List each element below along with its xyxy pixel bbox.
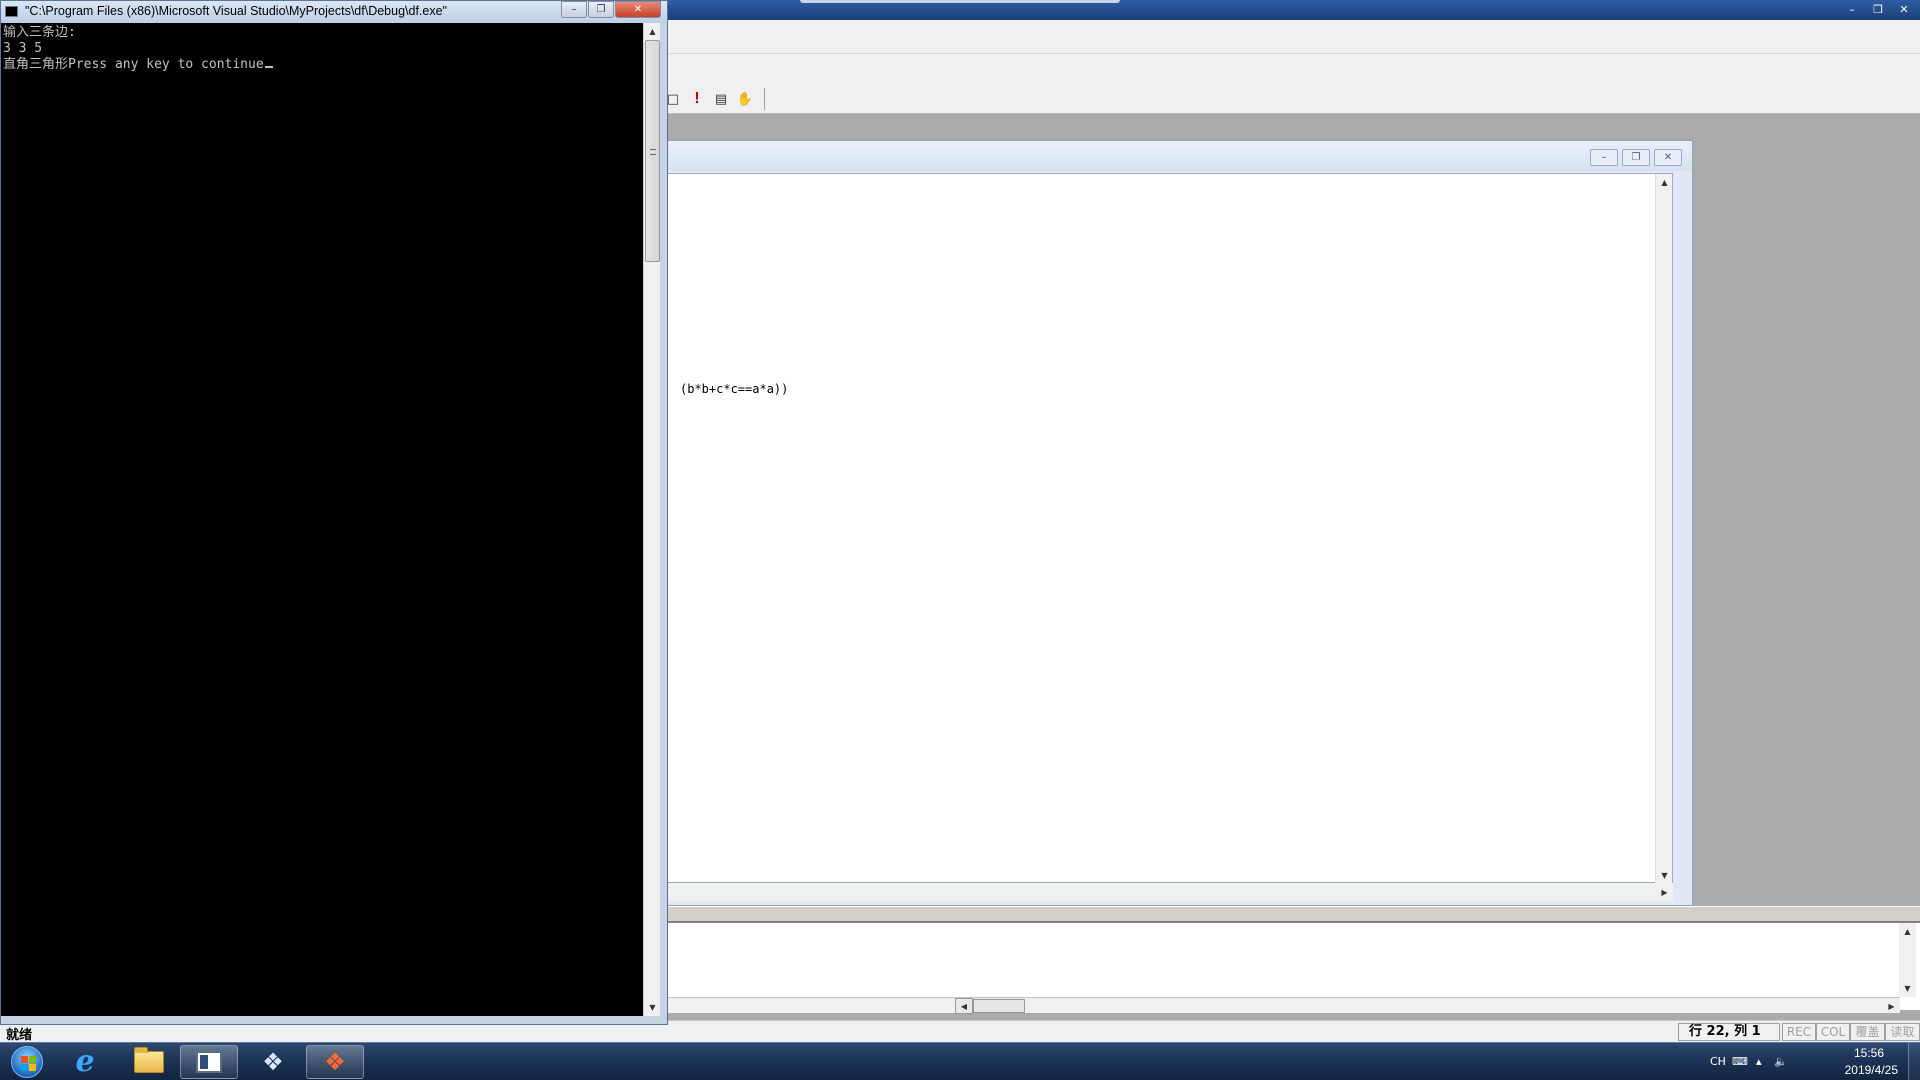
internet-explorer-icon: e [75,1044,95,1079]
console-line-text: 直角三角形Press any key to continue [3,57,264,72]
console-titlebar[interactable]: "C:\Program Files (x86)\Microsoft Visual… [1,1,667,23]
scroll-down-icon[interactable]: ▼ [1656,867,1673,884]
ide-title-dock [800,0,1120,3]
taskbar-visual-studio[interactable]: ❖ [306,1045,364,1079]
editor-horizontal-scrollbar[interactable]: ▶ [649,883,1673,901]
console-line: 3 3 5 [3,41,43,56]
status-col: COL [1816,1023,1850,1041]
scroll-up-icon[interactable]: ▲ [1656,174,1673,191]
editor-caption: – ❐ ✕ [641,141,1692,171]
code-line: (b*b+c*c==a*a)) [680,382,789,396]
scroll-down-icon[interactable]: ▼ [644,999,661,1016]
desktop: – ❐ ✕ □ ! ▤ ✋ – ❐ ✕ (b*b+c*c==a*a)) ▲ ▼ … [0,0,1920,1080]
console-title: "C:\Program Files (x86)\Microsoft Visual… [25,4,447,18]
execute-icon[interactable]: ! [688,90,706,108]
status-text: 就绪 [6,1028,33,1043]
close-icon[interactable]: ✕ [1654,149,1682,166]
clock-date[interactable]: 2019/4/25 [1845,1063,1898,1077]
editor-vertical-scrollbar[interactable]: ▲ ▼ [1655,174,1672,884]
editor-window-controls: – ❐ ✕ [1590,149,1682,166]
clock-time[interactable]: 15:56 [1854,1046,1884,1060]
maximize-icon[interactable]: ❐ [1866,1,1890,17]
system-tray: CH ⌨ ▴ 🔈 15:56 2019/4/25 [1710,1043,1920,1080]
build-toolbar: □ ! ▤ ✋ [664,88,765,110]
taskbar-paint[interactable]: ❖ [244,1045,302,1079]
ide-window-controls: – ❐ ✕ [1840,1,1916,17]
insert-breakpoint-icon[interactable]: ▤ [712,90,730,108]
console-output[interactable]: 输入三条边: 3 3 5 直角三角形Press any key to conti… [1,23,643,1016]
paint-icon: ❖ [262,1048,284,1076]
scroll-right-icon[interactable]: ▶ [1656,883,1673,901]
maximize-icon[interactable]: ❐ [588,1,614,18]
status-ovr: 覆盖 [1850,1023,1885,1041]
minimize-icon[interactable]: – [1590,149,1618,166]
scroll-thumb[interactable] [645,40,660,262]
keyboard-icon[interactable]: ⌨ [1732,1055,1748,1068]
start-button[interactable] [4,1044,50,1080]
console-vertical-scrollbar[interactable]: ▲ ▼ [643,23,660,1016]
close-icon[interactable]: ✕ [615,1,661,18]
console-window: "C:\Program Files (x86)\Microsoft Visual… [0,0,668,1025]
windows-logo-icon [11,1046,43,1078]
console-line: 输入三条边: [3,25,76,40]
toolbar-separator [764,88,765,110]
restore-icon[interactable]: ❐ [1622,149,1650,166]
console-app-icon[interactable] [5,6,18,17]
text-cursor [264,66,273,68]
scroll-right-icon[interactable]: ▶ [1883,998,1900,1014]
scroll-thumb[interactable] [973,999,1025,1013]
minimize-icon[interactable]: – [1840,1,1864,17]
folder-icon [134,1047,164,1073]
source-editor-window: – ❐ ✕ (b*b+c*c==a*a)) ▲ ▼ ▶ [640,140,1693,906]
visual-cpp-icon: ❖ [324,1048,346,1076]
taskbar-ie[interactable]: e [56,1045,114,1079]
status-rec: REC [1782,1023,1816,1041]
console-line-last: 直角三角形Press any key to continue [3,57,273,73]
scroll-up-icon[interactable]: ▲ [1899,923,1916,940]
scroll-down-icon[interactable]: ▼ [1899,980,1916,997]
scroll-left-icon[interactable]: ◀ [955,998,973,1014]
language-indicator[interactable]: CH [1710,1055,1726,1068]
taskbar: e ❖ ❖ CH ⌨ ▴ 🔈 15:56 2019/4/25 [0,1042,1920,1080]
close-icon[interactable]: ✕ [1892,1,1916,17]
scroll-up-icon[interactable]: ▲ [644,23,661,40]
grip-icon [650,149,656,155]
cursor-position: 行 22, 列 1 [1678,1023,1780,1041]
taskbar-console[interactable] [180,1045,238,1079]
volume-icon[interactable]: 🔈 [1774,1055,1788,1068]
output-vertical-scrollbar[interactable]: ▲ ▼ [1899,923,1916,997]
status-read: 读取 [1885,1023,1920,1041]
console-window-controls: – ❐ ✕ [561,1,661,18]
show-desktop-button[interactable] [1908,1043,1920,1080]
console-icon [196,1051,222,1073]
hand-icon[interactable]: ✋ [736,90,754,108]
code-editor[interactable]: (b*b+c*c==a*a)) ▲ ▼ [649,173,1673,884]
show-hidden-icons-icon[interactable]: ▴ [1756,1055,1762,1068]
taskbar-explorer[interactable] [120,1045,178,1079]
minimize-icon[interactable]: – [561,1,587,18]
